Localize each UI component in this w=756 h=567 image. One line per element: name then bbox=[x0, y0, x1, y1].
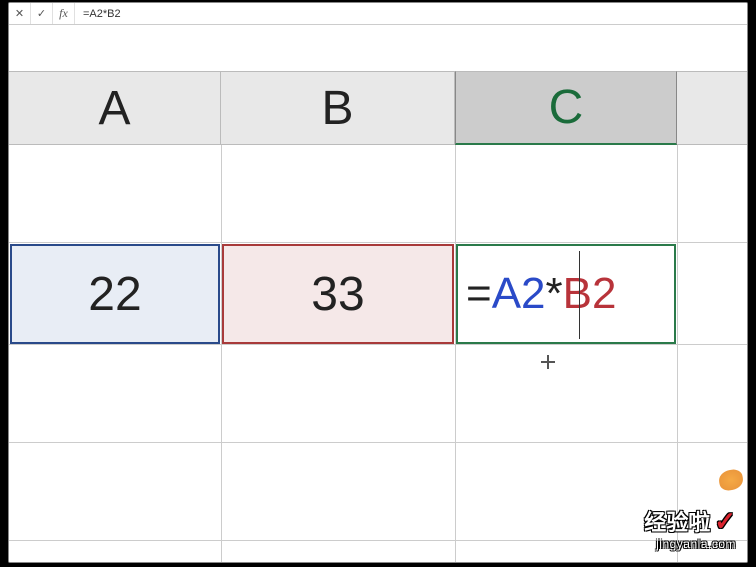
formula-operator: * bbox=[546, 269, 563, 319]
gridline bbox=[221, 145, 222, 562]
cell-c2-editing[interactable]: =A2*B2 bbox=[456, 244, 676, 344]
row-1 bbox=[9, 145, 747, 243]
formula-ref-b2: B2 bbox=[563, 269, 617, 319]
spreadsheet-grid[interactable]: A B C 22 33 =A2*B2 bbox=[9, 25, 747, 562]
row-4 bbox=[9, 443, 747, 541]
confirm-icon[interactable]: ✓ bbox=[31, 3, 53, 24]
formula-ref-a2: A2 bbox=[492, 269, 546, 319]
text-cursor bbox=[579, 251, 580, 339]
fill-handle-cursor-icon bbox=[541, 355, 555, 369]
column-header-a[interactable]: A bbox=[9, 71, 221, 145]
watermark: 经验啦✓ jingyanla.com bbox=[644, 505, 736, 551]
watermark-url: jingyanla.com bbox=[644, 537, 736, 551]
gridline bbox=[677, 145, 678, 562]
formula-input[interactable]: =A2*B2 bbox=[75, 8, 747, 20]
watermark-title: 经验啦 bbox=[644, 510, 710, 535]
cancel-icon[interactable]: ✕ bbox=[9, 3, 31, 24]
column-header-b[interactable]: B bbox=[221, 71, 455, 145]
cell-b2[interactable]: 33 bbox=[222, 244, 454, 344]
formula-equals: = bbox=[466, 269, 492, 319]
column-header-c[interactable]: C bbox=[455, 71, 677, 145]
gridline bbox=[455, 145, 456, 562]
check-icon: ✓ bbox=[714, 506, 736, 536]
cell-a2[interactable]: 22 bbox=[10, 244, 220, 344]
formula-bar: ✕ ✓ fx =A2*B2 bbox=[9, 3, 747, 25]
row-3 bbox=[9, 345, 747, 443]
fx-button[interactable]: fx bbox=[53, 3, 75, 24]
column-header-d[interactable] bbox=[677, 71, 748, 145]
